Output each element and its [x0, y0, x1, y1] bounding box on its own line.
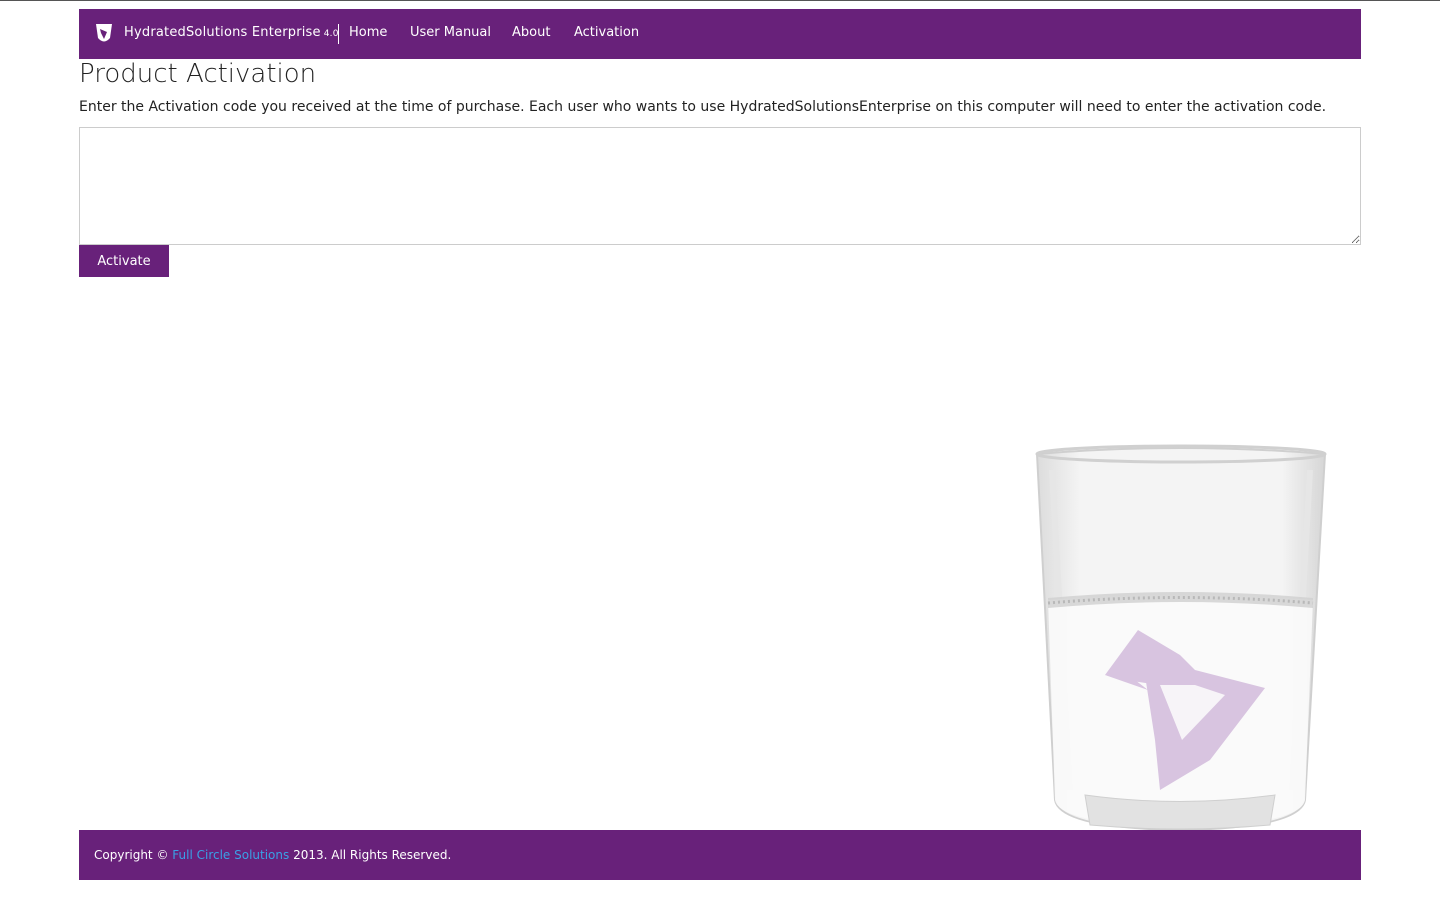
page-title: Product Activation: [79, 59, 317, 89]
activate-button[interactable]: Activate: [79, 245, 169, 277]
nav-activation[interactable]: Activation: [574, 25, 639, 40]
brand-title: HydratedSolutions Enterprise: [124, 25, 321, 40]
activation-instructions: Enter the Activation code you received a…: [79, 99, 1327, 115]
nav-user-manual[interactable]: User Manual: [410, 25, 491, 40]
copyright-suffix: 2013. All Rights Reserved.: [289, 848, 452, 862]
activation-code-input[interactable]: [79, 127, 1361, 245]
nav-divider: [338, 24, 339, 44]
water-glass-image: [1035, 444, 1327, 832]
brand-version: 4.0: [323, 29, 339, 39]
navbar: HydratedSolutions Enterprise 4.0 Home Use…: [79, 9, 1361, 59]
footer: Copyright © Full Circle Solutions 2013. …: [79, 830, 1361, 880]
nav-about[interactable]: About: [512, 25, 550, 40]
copyright-prefix: Copyright ©: [94, 848, 173, 862]
brand-name[interactable]: HydratedSolutions Enterprise 4.0: [124, 25, 339, 40]
company-link[interactable]: Full Circle Solutions: [172, 848, 289, 862]
top-border: [0, 0, 1440, 1]
brand-logo-icon[interactable]: [95, 23, 113, 45]
nav-home[interactable]: Home: [349, 25, 387, 40]
copyright-text: Copyright © Full Circle Solutions 2013. …: [94, 848, 451, 862]
